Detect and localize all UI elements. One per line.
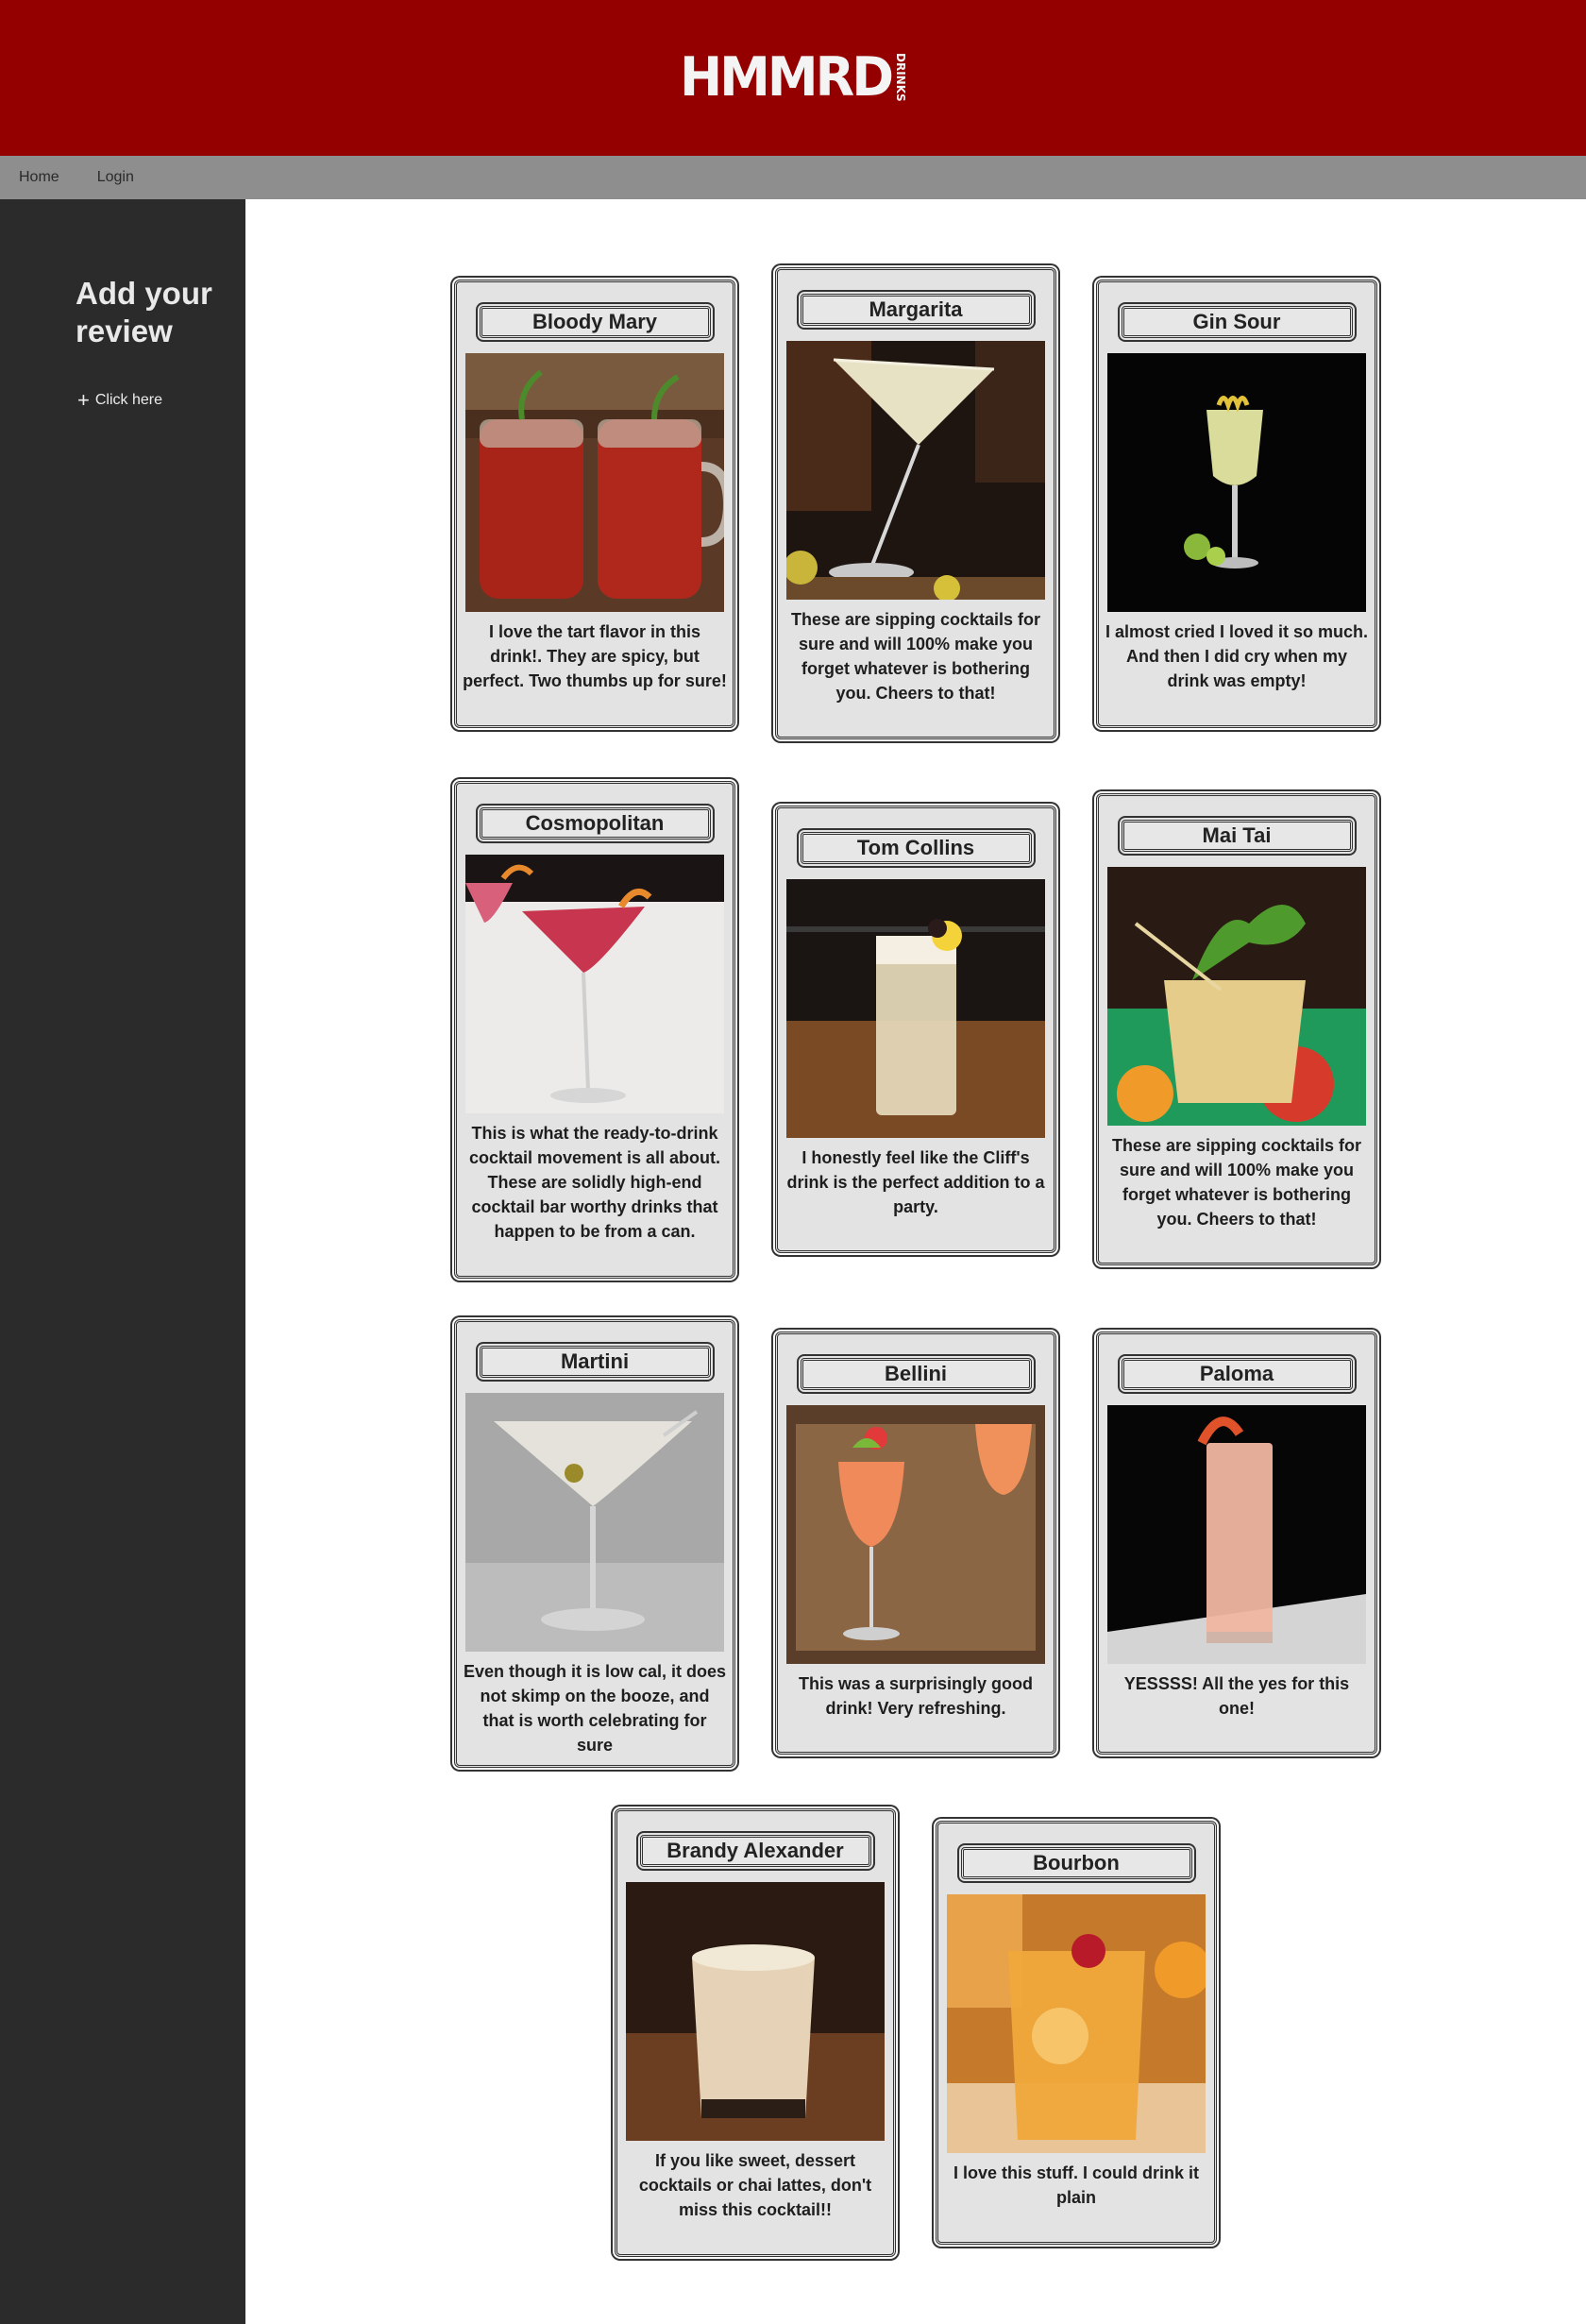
drink-card: Mai Tai These are sipping cocktails for … [1096,793,1377,1265]
logo-text: HMMRD [679,45,894,109]
drink-card: Bloody Mary I love the tart flavor in th… [454,280,735,728]
drink-card: Bellini This was a surprisingly good dri… [775,1332,1056,1755]
card-review-text: These are sipping cocktails for sure and… [1111,1136,1362,1229]
card-title: Margarita [800,294,1032,326]
card-review-text: I almost cried I loved it so much. And t… [1105,622,1369,690]
site-logo[interactable]: HMMRD DRINKS [679,45,908,109]
drink-photo-cosmopolitan [465,855,724,1113]
add-review-label: Click here [94,392,162,408]
drink-photo-gin-sour [1107,353,1366,612]
drink-card: Brandy Alexander If you like sweet, dess… [615,1808,896,2257]
card-review-text: Even though it is low cal, it does not s… [463,1662,727,1755]
card-review-text: These are sipping cocktails for sure and… [790,610,1041,703]
card-title: Mai Tai [1121,820,1353,852]
drink-card: Gin Sour I almost cried I loved it so mu… [1096,280,1377,728]
logo-subtext: DRINKS [894,52,908,102]
drink-photo-bellini [786,1405,1045,1664]
drink-photo-bourbon [947,1894,1206,2153]
drink-photo-tom-collins [786,879,1045,1138]
card-title: Gin Sour [1121,306,1353,338]
nav-home-link[interactable]: Home [19,169,59,186]
drink-card: Cosmopolitan This is what the ready-to-d… [454,781,735,1279]
drink-photo-mai-tai [1107,867,1366,1126]
card-review-text: If you like sweet, dessert cocktails or … [638,2151,872,2219]
sidebar-heading: Add your review [76,276,212,348]
card-title: Martini [479,1346,711,1378]
card-title: Cosmopolitan [479,807,711,840]
drink-photo-brandy-alexander [626,1882,885,2141]
nav-bar: Home Login [0,156,1586,199]
sidebar: Add your review + Click here [0,199,245,2324]
drink-card: Bourbon I love this stuff. I could drink… [936,1821,1217,2245]
card-title: Bourbon [960,1847,1192,1879]
card-review-text: YESSSS! All the yes for this one! [1123,1674,1350,1718]
drink-photo-martini [465,1393,724,1652]
plus-icon: + [77,388,90,412]
card-title: Tom Collins [800,832,1032,864]
card-title: Bellini [800,1358,1032,1390]
nav-login-link[interactable]: Login [97,169,134,186]
drink-card: Martini Even though it is low cal, it do… [454,1319,735,1768]
card-title: Paloma [1121,1358,1353,1390]
card-review-text: I love this stuff. I could drink it plai… [953,2163,1199,2207]
card-review-text: This was a surprisingly good drink! Very… [798,1674,1034,1718]
card-title: Brandy Alexander [639,1835,871,1867]
add-review-link[interactable]: + Click here [77,388,162,412]
drink-photo-paloma [1107,1405,1366,1664]
card-title: Bloody Mary [479,306,711,338]
card-review-text: I love the tart flavor in this drink!. T… [463,622,727,690]
drink-card: Margarita These are sipping cocktails fo… [775,267,1056,739]
card-review-text: I honestly feel like the Cliff's drink i… [786,1148,1045,1216]
drink-photo-margarita [786,341,1045,600]
card-review-text: This is what the ready-to-drink cocktail… [468,1124,721,1241]
drink-card: Paloma YESSSS! All the yes for this one! [1096,1332,1377,1755]
site-header: HMMRD DRINKS [0,0,1586,156]
drink-photo-bloody-mary [465,353,724,612]
drink-card: Tom Collins I honestly feel like the Cli… [775,806,1056,1253]
